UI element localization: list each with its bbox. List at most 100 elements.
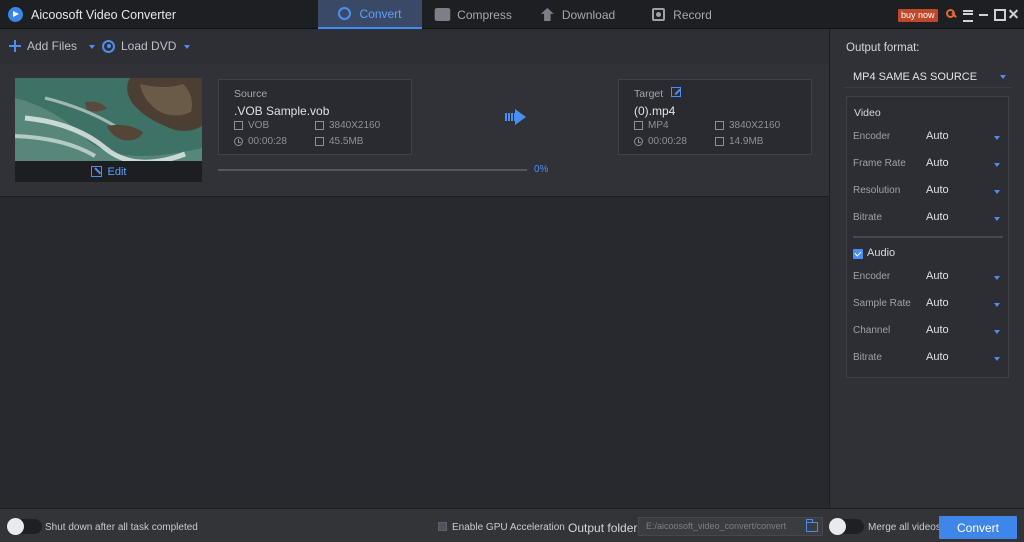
video-thumbnail[interactable] (15, 78, 202, 161)
key-icon[interactable] (945, 8, 958, 21)
setting-value: Auto (926, 130, 949, 142)
video-resolution-row[interactable]: Resolution Auto (847, 181, 1008, 201)
target-resolution-value: 3840X2160 (729, 120, 781, 131)
target-size-value: 14.9MB (729, 136, 764, 147)
setting-value: Auto (926, 324, 949, 336)
shutdown-toggle[interactable] (7, 518, 42, 535)
source-info: Source .VOB Sample.vob VOB 3840X2160 00:… (218, 79, 412, 155)
audio-section-title: Audio (867, 247, 896, 259)
rename-icon[interactable] (671, 87, 681, 97)
load-dvd-dropdown-icon[interactable] (184, 45, 190, 49)
source-resolution-value: 3840X2160 (329, 120, 381, 131)
gpu-checkbox[interactable] (438, 522, 447, 531)
thumbnail-image (15, 78, 202, 161)
tab-label: Record (673, 7, 712, 22)
chevron-down-icon (994, 163, 1000, 167)
output-format-select[interactable]: MP4 SAME AS SOURCE (844, 66, 1012, 88)
menu-icon[interactable] (962, 8, 975, 22)
chevron-down-icon (1000, 75, 1006, 79)
clock-icon (234, 137, 243, 146)
tab-download[interactable]: Download (526, 0, 630, 29)
tab-convert[interactable]: Convert (318, 0, 422, 29)
progress-bar (218, 169, 527, 171)
video-frame-rate-row[interactable]: Frame Rate Auto (847, 154, 1008, 174)
audio-encoder-row[interactable]: Encoder Auto (847, 267, 1008, 287)
merge-toggle[interactable] (829, 518, 864, 535)
shutdown-label: Shut down after all task completed (45, 522, 198, 533)
setting-label: Channel (853, 325, 891, 336)
convert-button[interactable]: Convert (939, 516, 1017, 539)
chevron-down-icon (994, 136, 1000, 140)
load-dvd-button[interactable]: Load DVD (102, 39, 176, 53)
app-title: Aicoosoft Video Converter (31, 8, 176, 22)
format-icon (234, 121, 243, 130)
target-duration: 00:00:28 (634, 136, 687, 147)
setting-label: Frame Rate (853, 158, 906, 169)
chevron-down-icon (994, 276, 1000, 280)
source-size: 45.5MB (315, 136, 363, 147)
download-icon (540, 8, 554, 21)
output-folder-input[interactable]: E:/aicoosoft_video_convert/convert (638, 517, 823, 536)
audio-checkbox[interactable] (853, 249, 863, 259)
target-filename: (0).mp4 (634, 104, 676, 118)
setting-label: Resolution (853, 185, 901, 196)
tab-compress[interactable]: Compress (422, 0, 526, 29)
chevron-down-icon (994, 303, 1000, 307)
settings-box: Video Encoder Auto Frame Rate Auto Resol… (846, 96, 1009, 378)
chevron-down-icon (994, 217, 1000, 221)
setting-label: Sample Rate (853, 298, 911, 309)
chevron-down-icon (994, 357, 1000, 361)
record-icon (652, 8, 666, 21)
setting-value: Auto (926, 270, 949, 282)
minimize-icon[interactable] (978, 8, 991, 21)
add-files-button[interactable]: Add Files (9, 39, 77, 53)
source-duration: 00:00:28 (234, 136, 287, 147)
tab-record[interactable]: Record (630, 0, 734, 29)
resolution-icon (715, 121, 724, 130)
setting-value: Auto (926, 184, 949, 196)
setting-value: Auto (926, 157, 949, 169)
gpu-label: Enable GPU Acceleration (452, 522, 565, 533)
source-resolution: 3840X2160 (315, 120, 380, 131)
setting-value: Auto (926, 211, 949, 223)
audio-channel-row[interactable]: Channel Auto (847, 321, 1008, 341)
audio-sample-rate-row[interactable]: Sample Rate Auto (847, 294, 1008, 314)
tab-label: Convert (359, 6, 402, 21)
setting-label: Bitrate (853, 212, 882, 223)
toolbar: Add Files Load DVD (0, 29, 829, 64)
output-folder-label: Output folder: (568, 521, 641, 535)
app-logo-icon (8, 7, 23, 22)
source-duration-value: 00:00:28 (248, 136, 287, 147)
close-icon[interactable] (1008, 8, 1021, 21)
video-section-title: Video (854, 107, 881, 119)
tab-label: Compress (457, 7, 512, 22)
output-format-label: Output format: (846, 42, 920, 54)
app-window: Aicoosoft Video Converter Convert Compre… (0, 0, 1024, 542)
add-files-dropdown-icon[interactable] (89, 45, 95, 49)
format-icon (634, 121, 643, 130)
buy-now-button[interactable]: buy now (898, 9, 938, 22)
section-divider (853, 236, 1003, 238)
audio-bitrate-row[interactable]: Bitrate Auto (847, 348, 1008, 368)
target-duration-value: 00:00:28 (648, 136, 687, 147)
video-encoder-row[interactable]: Encoder Auto (847, 127, 1008, 147)
video-bitrate-row[interactable]: Bitrate Auto (847, 208, 1008, 228)
edit-icon (90, 166, 102, 177)
setting-value: Auto (926, 351, 949, 363)
progress-percent: 0% (534, 164, 549, 175)
source-filename: .VOB Sample.vob (234, 104, 330, 118)
edit-label: Edit (107, 165, 127, 178)
chevron-down-icon (994, 330, 1000, 334)
setting-label: Encoder (853, 131, 891, 142)
target-size: 14.9MB (715, 136, 763, 147)
setting-label: Bitrate (853, 352, 882, 363)
disc-icon (102, 39, 115, 53)
load-dvd-label: Load DVD (121, 39, 177, 53)
folder-icon[interactable] (805, 519, 818, 532)
maximize-icon[interactable] (993, 8, 1006, 21)
plus-icon (9, 40, 21, 52)
edit-button[interactable]: Edit (15, 161, 202, 182)
convert-arrow-icon (505, 109, 527, 125)
target-format-value: MP4 (648, 120, 669, 131)
file-row: Edit Source .VOB Sample.vob VOB 3840X216… (0, 64, 829, 197)
